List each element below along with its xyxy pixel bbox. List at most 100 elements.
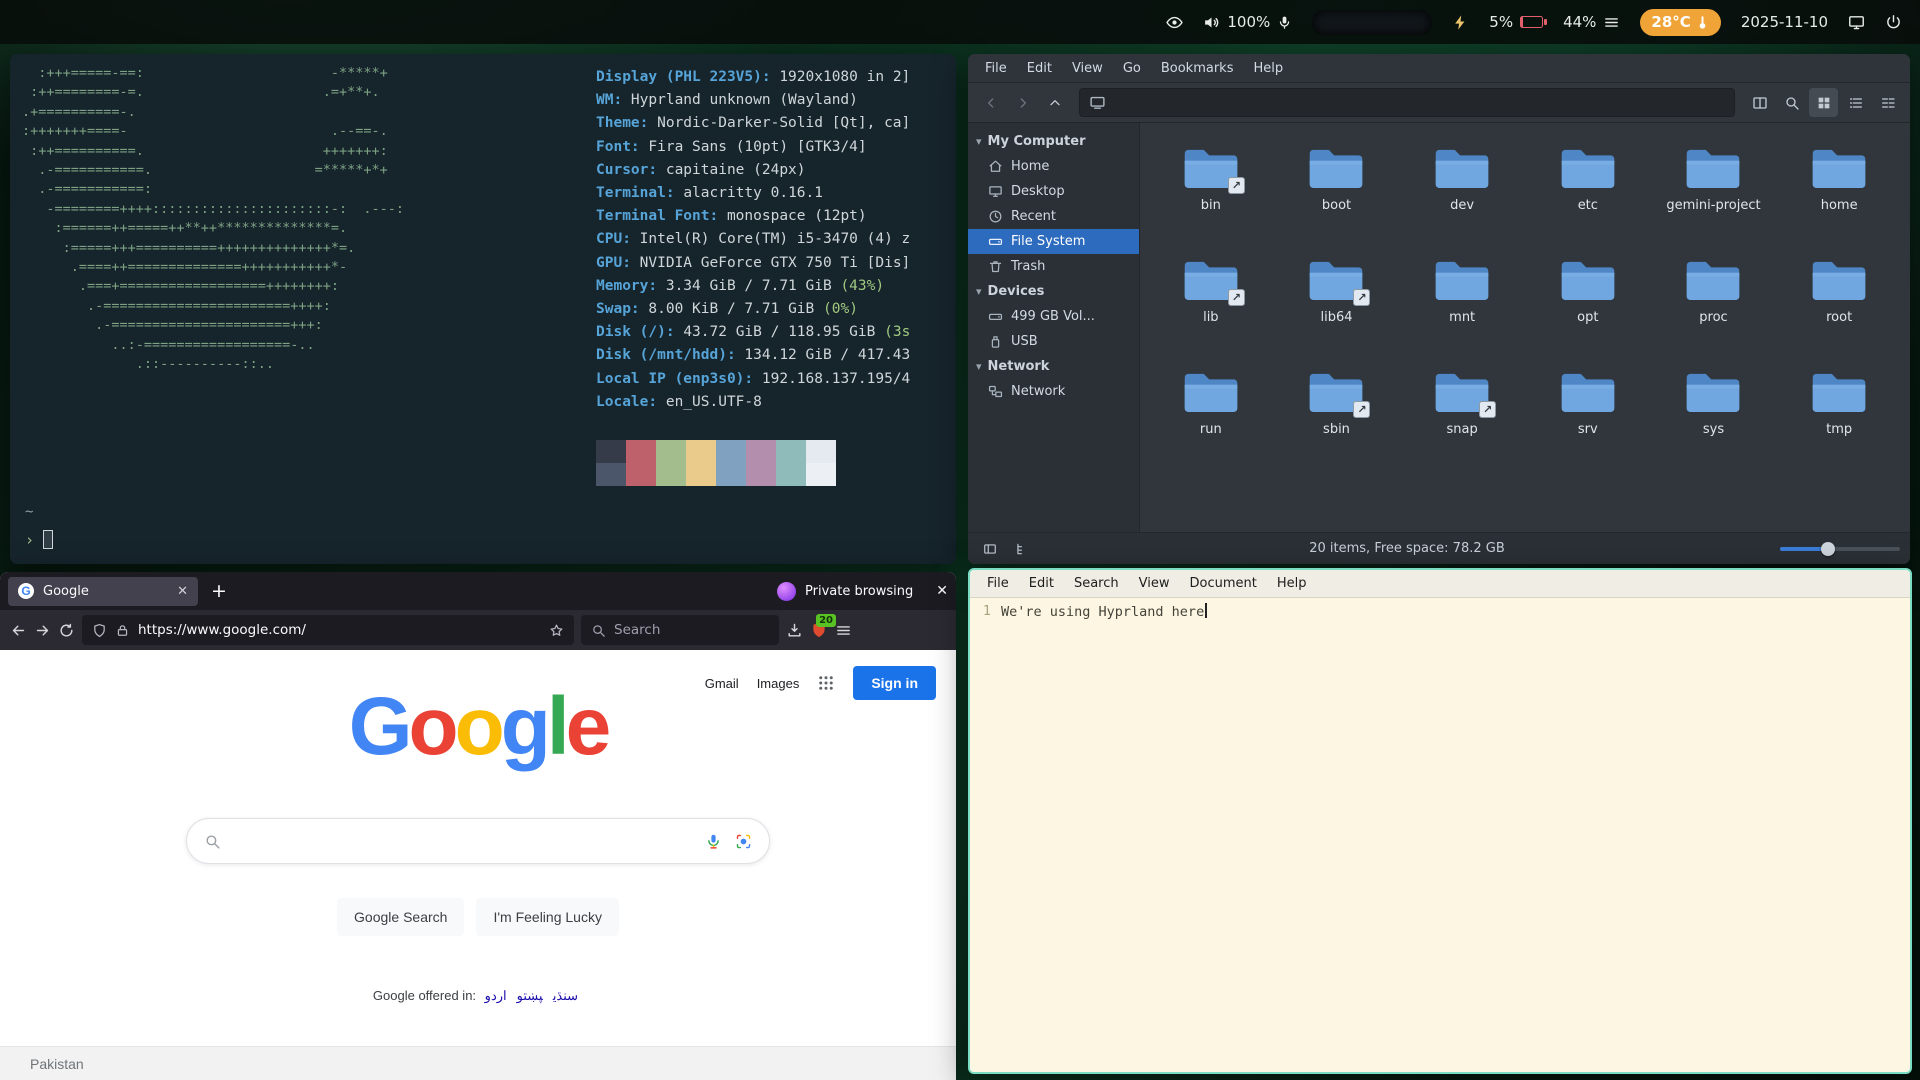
feeling-lucky-button[interactable]: I'm Feeling Lucky <box>476 898 619 936</box>
editor-menu-edit[interactable]: Edit <box>1020 572 1063 595</box>
sidebar-item-recent[interactable]: Recent <box>968 204 1139 229</box>
folder-item-lib[interactable]: ↗lib <box>1148 251 1274 363</box>
back-button[interactable] <box>976 88 1005 117</box>
editor-menu-help[interactable]: Help <box>1268 572 1316 595</box>
chevron-down-icon: ▾ <box>976 285 982 298</box>
power-profile-icon[interactable] <box>1452 14 1469 31</box>
file-manager-window[interactable]: FileEditViewGoBookmarksHelp ▾My Computer… <box>968 54 1910 564</box>
display-icon[interactable] <box>1848 14 1865 31</box>
fm-menu-go[interactable]: Go <box>1114 57 1150 80</box>
search-icon[interactable] <box>1777 88 1806 117</box>
editor-text-area[interactable]: We're using Hyprland here <box>998 598 1207 1072</box>
sidebar-item-usb[interactable]: USB <box>968 329 1139 354</box>
up-button[interactable] <box>1040 88 1069 117</box>
dir-tree-toggle-icon[interactable] <box>1010 537 1034 561</box>
language-link[interactable]: پښتو <box>517 988 543 1003</box>
folder-item-snap[interactable]: ↗snap <box>1399 363 1525 475</box>
memory-widget[interactable]: 44% <box>1563 13 1620 31</box>
volume-widget[interactable]: 100% <box>1203 13 1292 31</box>
nav-back-icon[interactable] <box>10 622 27 639</box>
folder-item-srv[interactable]: srv <box>1525 363 1651 475</box>
compact-view-button[interactable] <box>1873 88 1902 117</box>
folder-item-sbin[interactable]: ↗sbin <box>1274 363 1400 475</box>
folder-item-etc[interactable]: etc <box>1525 139 1651 251</box>
fm-menu-help[interactable]: Help <box>1244 57 1292 80</box>
browser-window[interactable]: G Google ✕ + Private browsing ✕ https://… <box>0 572 956 1080</box>
sidebar-item-file-system[interactable]: File System <box>968 229 1139 254</box>
side-pane-toggle-icon[interactable] <box>978 537 1002 561</box>
folder-item-sys[interactable]: sys <box>1651 363 1777 475</box>
ublock-extension-button[interactable]: 20 <box>810 621 828 639</box>
fm-menu-file[interactable]: File <box>976 57 1016 80</box>
battery-widget[interactable]: 5% <box>1489 13 1543 31</box>
folder-item-root[interactable]: root <box>1776 251 1902 363</box>
editor-body[interactable]: 1 We're using Hyprland here <box>970 598 1910 1072</box>
zoom-knob[interactable] <box>1821 542 1835 556</box>
network-ssid-redacted[interactable] <box>1312 10 1432 35</box>
google-search-button[interactable]: Google Search <box>337 898 464 936</box>
sidebar-item-trash[interactable]: Trash <box>968 254 1139 279</box>
editor-menu-file[interactable]: File <box>978 572 1018 595</box>
path-bar[interactable] <box>1079 88 1735 117</box>
editor-menu-document[interactable]: Document <box>1180 572 1265 595</box>
list-view-button[interactable] <box>1841 88 1870 117</box>
new-tab-button[interactable]: + <box>206 578 232 604</box>
voice-search-icon[interactable] <box>705 833 722 850</box>
folder-item-run[interactable]: run <box>1148 363 1274 475</box>
fm-menu-bookmarks[interactable]: Bookmarks <box>1152 57 1243 80</box>
folder-item-proc[interactable]: proc <box>1651 251 1777 363</box>
folder-item-mnt[interactable]: mnt <box>1399 251 1525 363</box>
lens-icon[interactable] <box>735 833 752 850</box>
fm-menu-edit[interactable]: Edit <box>1018 57 1061 80</box>
sidebar-item-desktop[interactable]: Desktop <box>968 179 1139 204</box>
url-text[interactable]: https://www.google.com/ <box>138 622 541 638</box>
folder-item-bin[interactable]: ↗bin <box>1148 139 1274 251</box>
prompt-line[interactable]: › <box>25 530 53 549</box>
sidebar-section-network[interactable]: ▾Network <box>968 354 1139 379</box>
nav-forward-icon[interactable] <box>34 622 51 639</box>
icon-view-button[interactable] <box>1809 88 1838 117</box>
folder-item-gemini-project[interactable]: gemini-project <box>1651 139 1777 251</box>
folder-item-tmp[interactable]: tmp <box>1776 363 1902 475</box>
browser-tab-google[interactable]: G Google ✕ <box>8 577 198 606</box>
search-bar[interactable]: Search <box>581 615 779 645</box>
text-editor-window[interactable]: FileEditSearchViewDocumentHelp 1 We're u… <box>968 568 1912 1074</box>
power-icon[interactable] <box>1885 14 1902 31</box>
tab-close-icon[interactable]: ✕ <box>177 584 188 599</box>
clock-widget[interactable]: 2025-11-10 <box>1741 13 1828 31</box>
computer-icon <box>1089 94 1106 111</box>
folder-item-opt[interactable]: opt <box>1525 251 1651 363</box>
sidebar-item-network[interactable]: Network <box>968 379 1139 404</box>
terminal-color-palette <box>596 440 836 486</box>
menu-hamburger-icon[interactable] <box>835 622 852 639</box>
window-close-icon[interactable]: ✕ <box>936 583 948 599</box>
split-view-button[interactable] <box>1745 88 1774 117</box>
zoom-track[interactable] <box>1780 547 1900 551</box>
language-link[interactable]: سنڌي <box>553 988 578 1003</box>
downloads-icon[interactable] <box>786 622 803 639</box>
folder-item-home[interactable]: home <box>1776 139 1902 251</box>
editor-menu-view[interactable]: View <box>1130 572 1179 595</box>
temperature-widget[interactable]: 28°C <box>1640 9 1720 36</box>
tracking-shield-icon[interactable] <box>92 623 107 638</box>
folder-item-dev[interactable]: dev <box>1399 139 1525 251</box>
zoom-slider[interactable] <box>1780 547 1900 551</box>
bookmark-star-icon[interactable] <box>549 623 564 638</box>
url-bar[interactable]: https://www.google.com/ <box>82 615 574 645</box>
fm-menu-view[interactable]: View <box>1063 57 1112 80</box>
sidebar-section-my-computer[interactable]: ▾My Computer <box>968 129 1139 154</box>
editor-menu-search[interactable]: Search <box>1065 572 1128 595</box>
folder-name: lib <box>1203 310 1218 325</box>
folder-item-boot[interactable]: boot <box>1274 139 1400 251</box>
folder-icon <box>1559 257 1617 303</box>
language-link[interactable]: اردو <box>485 988 507 1003</box>
sidebar-item-499-gb-vol[interactable]: 499 GB Vol... <box>968 304 1139 329</box>
idle-inhibitor-button[interactable] <box>1166 14 1183 31</box>
sidebar-section-devices[interactable]: ▾Devices <box>968 279 1139 304</box>
sidebar-item-home[interactable]: Home <box>968 154 1139 179</box>
google-search-box[interactable] <box>186 818 770 864</box>
folder-item-lib64[interactable]: ↗lib64 <box>1274 251 1400 363</box>
terminal-window[interactable]: :+++=====-==: -*****+ :++========-=. .=+… <box>10 54 956 564</box>
forward-button[interactable] <box>1008 88 1037 117</box>
reload-icon[interactable] <box>58 622 75 639</box>
